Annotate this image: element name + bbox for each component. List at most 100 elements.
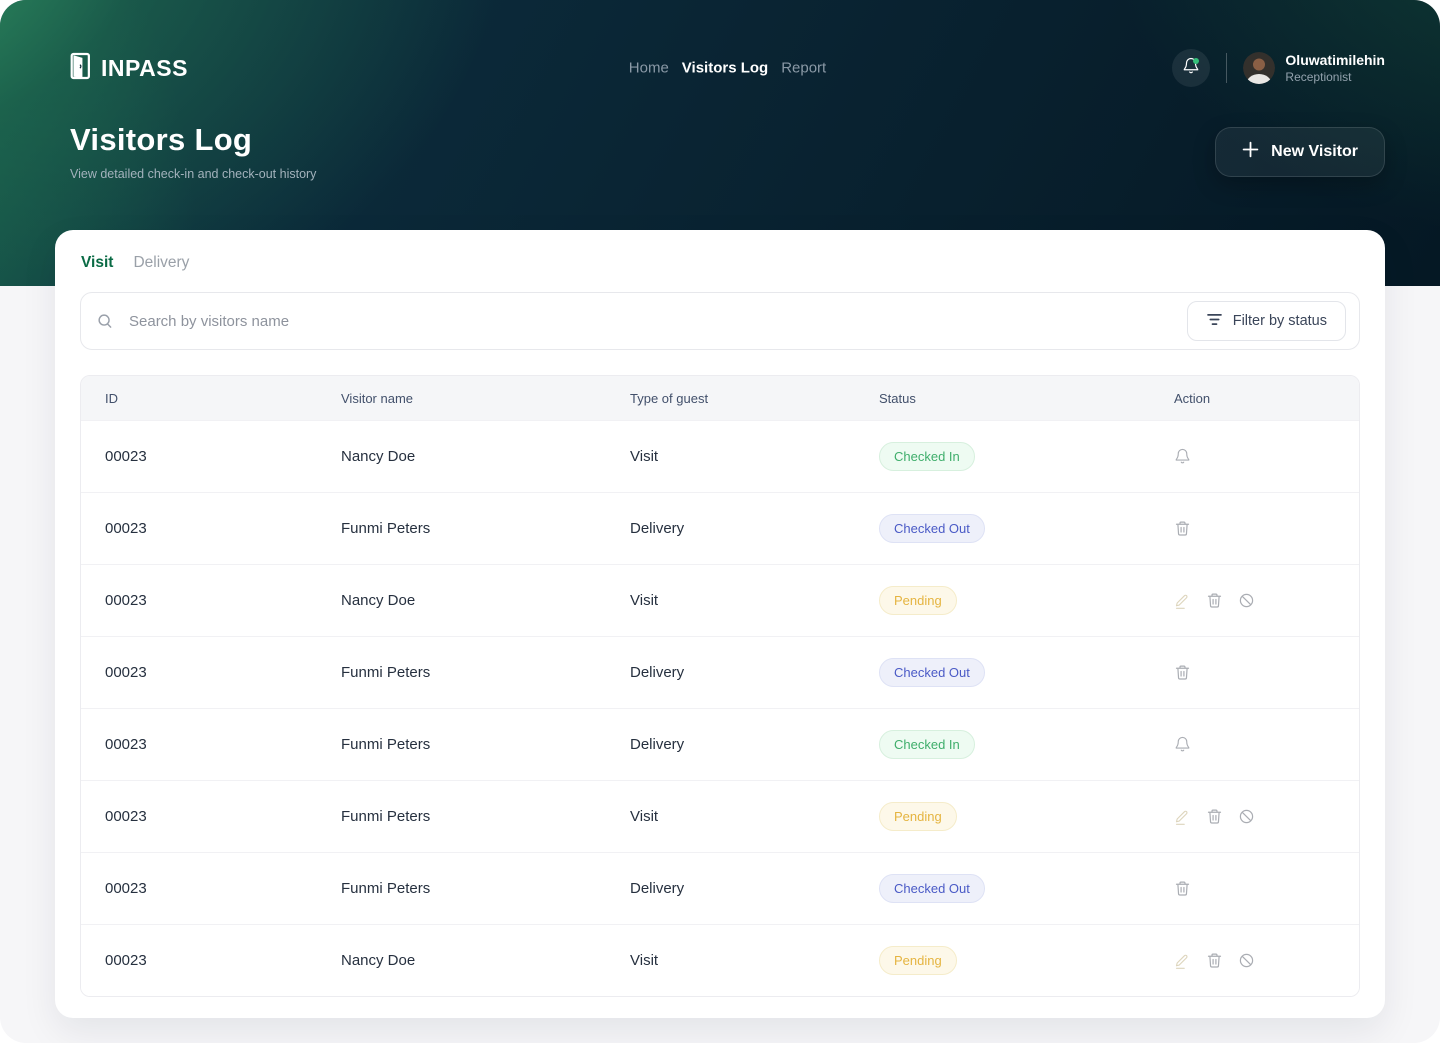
table-row: 00023 Nancy Doe Visit Pending [81,564,1359,636]
table-row: 00023 Funmi Peters Delivery Checked Out [81,492,1359,564]
column-header-id: ID [81,391,317,406]
page-subtitle: View detailed check-in and check-out his… [70,167,316,181]
row-actions [1150,808,1359,825]
visitor-id: 00023 [81,736,317,753]
ban-icon[interactable] [1238,808,1255,825]
visitor-name: Nancy Doe [317,952,606,969]
plus-icon [1242,141,1259,163]
notifications-button[interactable] [1172,49,1210,87]
user-name: Oluwatimilehin [1285,51,1385,70]
status-badge: Checked In [879,730,975,759]
tabs: Visit Delivery [80,254,1360,272]
table-body: 00023 Nancy Doe Visit Checked In 00023 F… [81,420,1359,996]
filter-by-status-button[interactable]: Filter by status [1187,301,1346,341]
nav-item-visitors-log[interactable]: Visitors Log [682,60,768,77]
delete-icon[interactable] [1206,808,1223,825]
filter-label: Filter by status [1233,313,1327,329]
table-row: 00023 Funmi Peters Delivery Checked In [81,708,1359,780]
visitor-name: Funmi Peters [317,664,606,681]
delete-icon[interactable] [1174,880,1191,897]
visitor-name: Funmi Peters [317,520,606,537]
status-badge: Checked Out [879,658,985,687]
visitor-id: 00023 [81,952,317,969]
status-badge: Pending [879,946,957,975]
nav-item-home[interactable]: Home [629,60,669,77]
filter-icon [1206,313,1223,330]
table-header: ID Visitor name Type of guest Status Act… [81,376,1359,420]
visitor-name: Funmi Peters [317,736,606,753]
nav-item-report[interactable]: Report [781,60,826,77]
visitor-name: Nancy Doe [317,592,606,609]
avatar [1243,52,1275,84]
visitor-id: 00023 [81,664,317,681]
guest-type: Delivery [606,664,855,681]
guest-type: Visit [606,952,855,969]
top-right-cluster: Oluwatimilehin Receptionist [1172,49,1385,87]
guest-type: Visit [606,448,855,465]
guest-type: Visit [606,592,855,609]
status-badge: Checked Out [879,874,985,903]
delete-icon[interactable] [1206,952,1223,969]
column-header-status: Status [855,391,1150,406]
edit-icon[interactable] [1174,808,1191,825]
guest-type: Visit [606,808,855,825]
table-row: 00023 Funmi Peters Delivery Checked Out [81,852,1359,924]
column-header-action: Action [1150,391,1359,406]
column-header-type-of-guest: Type of guest [606,391,855,406]
tab-visit[interactable]: Visit [81,254,113,272]
main-nav: Home Visitors Log Report [629,60,826,77]
column-header-visitor-name: Visitor name [317,391,606,406]
bell-icon[interactable] [1174,448,1191,465]
status-badge: Checked Out [879,514,985,543]
status-badge: Pending [879,586,957,615]
table-row: 00023 Nancy Doe Visit Checked In [81,420,1359,492]
bell-icon[interactable] [1174,736,1191,753]
ban-icon[interactable] [1238,952,1255,969]
search-row: Filter by status [80,292,1360,350]
delete-icon[interactable] [1174,520,1191,537]
status-badge: Checked In [879,442,975,471]
user-role: Receptionist [1285,70,1385,86]
page-title: Visitors Log [70,122,316,158]
table-row: 00023 Nancy Doe Visit Pending [81,924,1359,996]
visitors-log-card: Visit Delivery Filter by status [55,230,1385,1018]
visitor-id: 00023 [81,808,317,825]
new-visitor-button[interactable]: New Visitor [1215,127,1385,177]
visitors-table: ID Visitor name Type of guest Status Act… [80,375,1360,997]
visitor-id: 00023 [81,592,317,609]
row-actions [1150,880,1359,897]
visitor-name: Funmi Peters [317,880,606,897]
row-actions [1150,664,1359,681]
row-actions [1150,592,1359,609]
status-badge: Pending [879,802,957,831]
delete-icon[interactable] [1174,664,1191,681]
search-icon [96,312,114,335]
new-visitor-label: New Visitor [1271,143,1358,161]
edit-icon[interactable] [1174,952,1191,969]
user-profile[interactable]: Oluwatimilehin Receptionist [1243,51,1385,85]
top-navigation-bar: INPASS Home Visitors Log Report [70,44,1385,92]
door-icon [70,52,94,85]
tab-delivery[interactable]: Delivery [133,254,189,272]
guest-type: Delivery [606,520,855,537]
guest-type: Delivery [606,880,855,897]
row-actions [1150,520,1359,537]
visitor-id: 00023 [81,448,317,465]
visitor-id: 00023 [81,520,317,537]
edit-icon[interactable] [1174,592,1191,609]
row-actions [1150,736,1359,753]
visitor-id: 00023 [81,880,317,897]
guest-type: Delivery [606,736,855,753]
table-row: 00023 Funmi Peters Delivery Checked Out [81,636,1359,708]
brand-logo: INPASS [70,52,188,85]
header-divider [1226,53,1227,83]
delete-icon[interactable] [1206,592,1223,609]
search-input[interactable] [80,292,1360,350]
row-actions [1150,952,1359,969]
ban-icon[interactable] [1238,592,1255,609]
row-actions [1150,448,1359,465]
visitor-name: Funmi Peters [317,808,606,825]
table-row: 00023 Funmi Peters Visit Pending [81,780,1359,852]
brand-name: INPASS [101,55,188,82]
page-title-block: Visitors Log View detailed check-in and … [70,122,316,181]
